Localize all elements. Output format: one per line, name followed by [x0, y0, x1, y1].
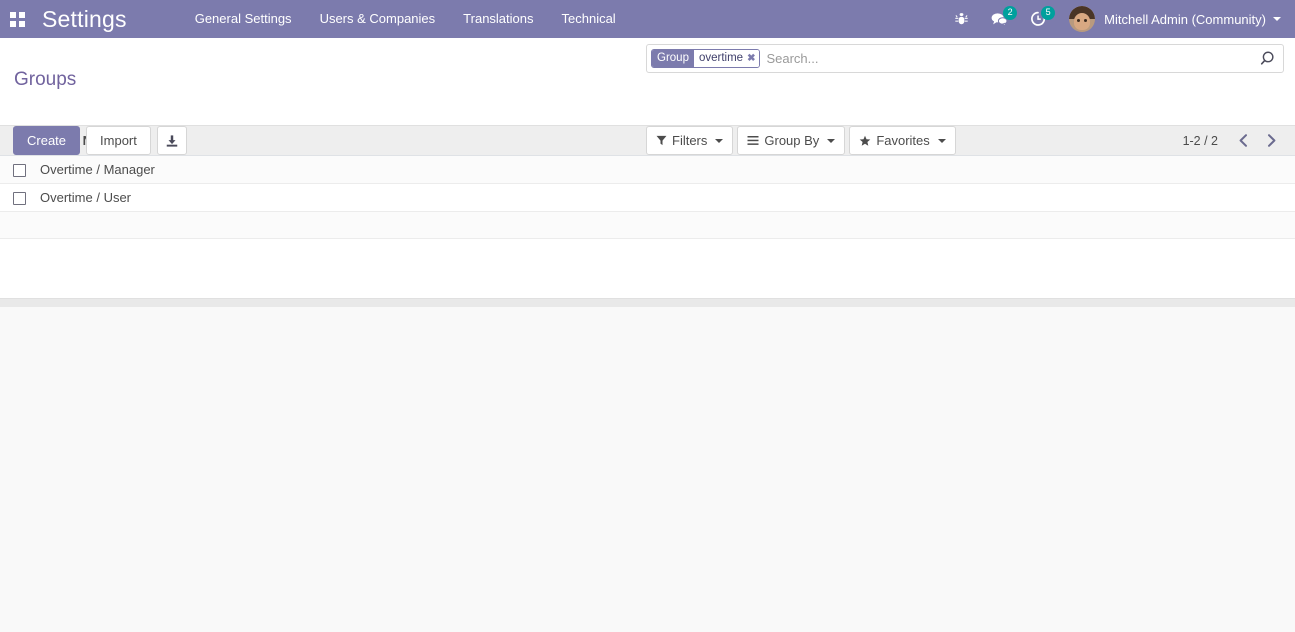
main-menu: General Settings Users & Companies Trans…	[181, 0, 630, 38]
cell-group-name: Overtime / Manager	[39, 155, 1295, 185]
pager-next-button[interactable]	[1258, 128, 1284, 154]
hamburger-icon	[747, 136, 759, 145]
search-facet-label: Group	[652, 50, 694, 67]
app-brand-title[interactable]: Settings	[34, 0, 133, 38]
cell-group-name: Overtime / User	[39, 183, 1295, 213]
star-icon	[860, 135, 871, 146]
page-background	[0, 307, 1295, 632]
control-panel: Groups Create Import Group overtime ✖ Se…	[0, 38, 1295, 155]
import-button[interactable]: Import	[86, 126, 151, 155]
blank-cell	[0, 238, 39, 265]
pager: 1-2 / 2	[1183, 128, 1284, 154]
table-row[interactable]: Overtime / Manager	[0, 155, 1295, 185]
download-icon	[166, 134, 178, 147]
messages-badge: 2	[1003, 6, 1018, 20]
search-icon	[1260, 51, 1274, 65]
panel-bottom-divider	[0, 298, 1295, 307]
bug-icon	[955, 12, 968, 24]
row-checkbox[interactable]	[13, 164, 26, 178]
search-input[interactable]	[764, 46, 1254, 71]
search-facet-value-text: overtime	[698, 52, 744, 64]
pager-range: 1-2 / 2	[1182, 133, 1218, 148]
table-body: Overtime / Manager Overtime / User	[0, 155, 1295, 265]
menu-item-users-companies[interactable]: Users & Companies	[306, 0, 450, 38]
control-panel-buttons: Create Import	[13, 126, 187, 155]
export-button[interactable]	[156, 126, 187, 155]
search-area: Group overtime ✖	[646, 44, 1284, 73]
chevron-down-icon	[937, 138, 946, 143]
debug-menu-button[interactable]	[943, 0, 980, 38]
blank-cell	[39, 238, 1295, 265]
chevron-left-icon	[1239, 134, 1247, 147]
row-checkbox[interactable]	[13, 192, 26, 206]
user-menu-toggle[interactable]: Mitchell Admin (Community)	[1057, 0, 1285, 38]
page-title: Groups	[14, 69, 77, 90]
top-navbar: Settings General Settings Users & Compan…	[0, 0, 1295, 38]
group-by-label: Group By	[764, 133, 820, 148]
menu-item-technical[interactable]: Technical	[548, 0, 630, 38]
filler-cell	[0, 211, 39, 240]
menu-item-general-settings[interactable]: General Settings	[181, 0, 306, 38]
chevron-down-icon	[1273, 17, 1281, 21]
search-filter-row: Filters Group By Favorites 1-2 / 2	[646, 126, 1284, 155]
messages-button[interactable]: 2	[980, 0, 1019, 38]
pager-previous-button[interactable]	[1230, 128, 1256, 154]
funnel-icon	[656, 135, 667, 146]
create-button[interactable]: Create	[13, 126, 81, 155]
menu-item-translations[interactable]: Translations	[449, 0, 547, 38]
table-blank-row	[0, 238, 1295, 265]
row-select-cell	[0, 155, 39, 185]
search-facet-value: overtime ✖	[693, 50, 760, 67]
table-row[interactable]: Overtime / User	[0, 183, 1295, 213]
apps-grid-icon	[9, 11, 25, 27]
search-facet-group[interactable]: Group overtime ✖	[651, 49, 761, 68]
favorites-label: Favorites	[876, 133, 930, 148]
search-bar[interactable]: Group overtime ✖	[646, 44, 1284, 73]
navbar-right-tools: 2 5 Mitchell Admin (Community)	[943, 0, 1295, 38]
apps-menu-toggle[interactable]	[0, 0, 34, 38]
chevron-right-icon	[1267, 134, 1275, 147]
filters-dropdown[interactable]: Filters	[646, 126, 734, 155]
group-by-dropdown[interactable]: Group By	[737, 126, 846, 155]
favorites-dropdown[interactable]: Favorites	[849, 126, 956, 155]
chevron-down-icon	[827, 138, 836, 143]
filler-cell	[39, 211, 1295, 240]
search-button[interactable]	[1254, 50, 1277, 67]
user-name-label: Mitchell Admin (Community)	[1104, 11, 1266, 27]
activities-button[interactable]: 5	[1019, 0, 1057, 38]
avatar	[1069, 6, 1096, 32]
chevron-down-icon	[715, 138, 724, 143]
table-filler-row	[0, 211, 1295, 240]
filters-label: Filters	[672, 133, 708, 148]
activities-badge: 5	[1041, 6, 1056, 20]
close-icon[interactable]: ✖	[747, 50, 755, 67]
row-select-cell	[0, 183, 39, 213]
